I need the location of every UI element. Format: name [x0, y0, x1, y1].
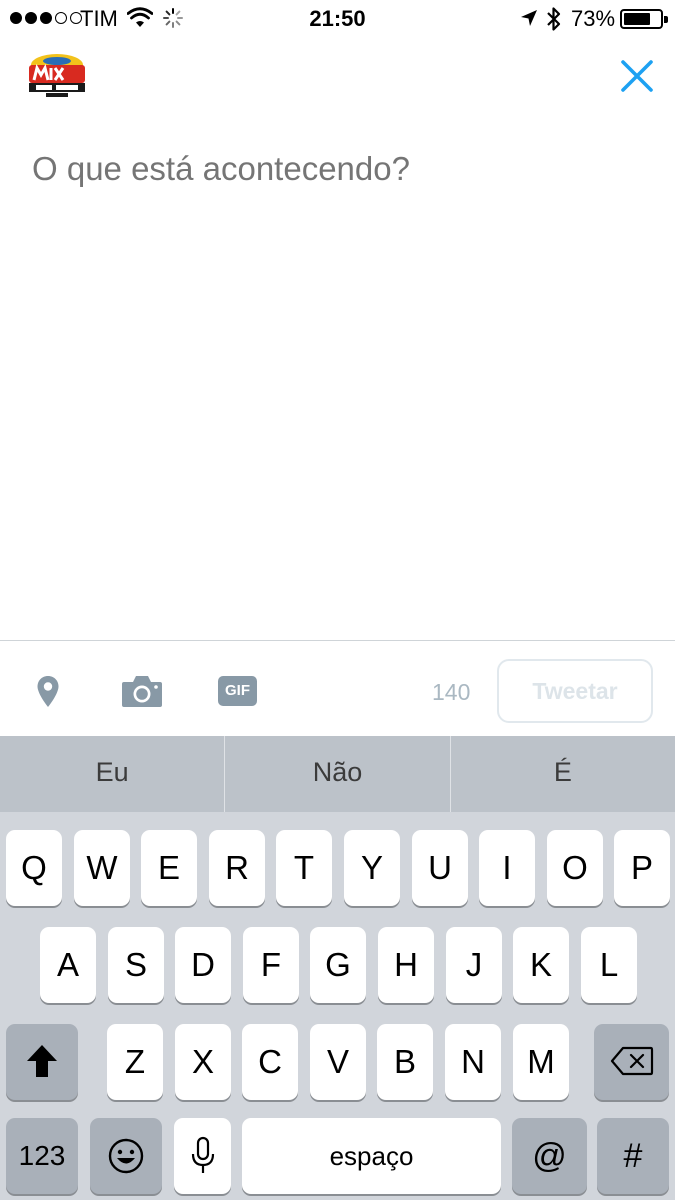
prediction-suggestion[interactable]: Eu: [0, 736, 224, 812]
delete-backward-icon: [610, 1046, 653, 1076]
compose-toolbar: GIF 140 Tweetar: [0, 640, 675, 736]
battery-percent: 73%: [571, 6, 616, 31]
key-i[interactable]: I: [479, 830, 535, 906]
key-n[interactable]: N: [445, 1024, 501, 1100]
key-v[interactable]: V: [310, 1024, 366, 1100]
close-icon[interactable]: [617, 56, 657, 96]
key-w[interactable]: W: [74, 830, 130, 906]
key-t[interactable]: T: [276, 830, 332, 906]
dictation-key[interactable]: [174, 1118, 231, 1194]
space-key[interactable]: espaço: [242, 1118, 501, 1194]
shift-arrow-icon: [27, 1045, 57, 1077]
key-y[interactable]: Y: [344, 830, 400, 906]
predictive-text-bar: Eu Não É: [0, 736, 675, 812]
key-e[interactable]: E: [141, 830, 197, 906]
bluetooth-icon: [547, 7, 561, 31]
prediction-suggestion[interactable]: Não: [225, 736, 449, 812]
location-pin-icon[interactable]: [36, 675, 60, 709]
key-k[interactable]: K: [513, 927, 569, 1003]
location-arrow-icon: [521, 10, 537, 26]
battery-icon: [620, 9, 668, 29]
key-f[interactable]: F: [243, 927, 299, 1003]
hash-symbol-key[interactable]: #: [597, 1118, 669, 1194]
key-j[interactable]: J: [446, 927, 502, 1003]
on-screen-keyboard: 123 espaço @ # QWERTYUIOP ASDFGHJKL ZXCVBN…: [0, 812, 675, 1200]
shift-key[interactable]: [6, 1024, 78, 1100]
microphone-icon: [191, 1136, 214, 1173]
gif-label: GIF: [225, 682, 250, 699]
prediction-suggestion[interactable]: É: [451, 736, 675, 812]
key-z[interactable]: Z: [107, 1024, 163, 1100]
key-b[interactable]: B: [377, 1024, 433, 1100]
backspace-key[interactable]: [594, 1024, 669, 1100]
key-c[interactable]: C: [242, 1024, 298, 1100]
key-a[interactable]: A: [40, 927, 96, 1003]
tweet-compose-input[interactable]: [32, 150, 632, 188]
key-x[interactable]: X: [175, 1024, 231, 1100]
status-bar: TIM 21:50 73%: [0, 0, 675, 38]
emoji-key[interactable]: [90, 1118, 162, 1194]
key-p[interactable]: P: [614, 830, 670, 906]
key-d[interactable]: D: [175, 927, 231, 1003]
key-l[interactable]: L: [581, 927, 637, 1003]
camera-icon[interactable]: [121, 674, 163, 708]
emoji-smiley-icon: [108, 1138, 144, 1174]
profile-avatar-logo[interactable]: [26, 51, 88, 99]
character-counter: 140: [432, 679, 471, 705]
key-g[interactable]: G: [310, 927, 366, 1003]
key-s[interactable]: S: [108, 927, 164, 1003]
key-r[interactable]: R: [209, 830, 265, 906]
key-u[interactable]: U: [412, 830, 468, 906]
tweet-button[interactable]: Tweetar: [497, 659, 653, 723]
battery-level-fill: [624, 13, 650, 25]
gif-icon[interactable]: GIF: [218, 676, 257, 706]
key-m[interactable]: M: [513, 1024, 569, 1100]
numbers-key[interactable]: 123: [6, 1118, 78, 1194]
at-symbol-key[interactable]: @: [512, 1118, 587, 1194]
key-h[interactable]: H: [378, 927, 434, 1003]
key-o[interactable]: O: [547, 830, 603, 906]
key-q[interactable]: Q: [6, 830, 62, 906]
